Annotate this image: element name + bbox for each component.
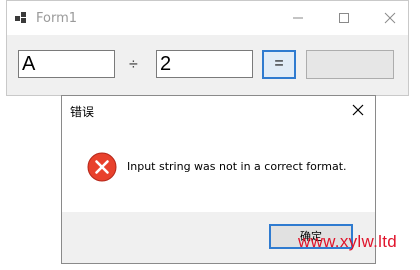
error-icon	[87, 152, 117, 182]
main-window: Form1 A ÷ 2 =	[6, 0, 409, 96]
equals-button[interactable]: =	[262, 50, 296, 79]
minimize-icon	[293, 17, 303, 19]
operand-a-input[interactable]: A	[18, 50, 115, 78]
close-icon	[384, 12, 396, 24]
divide-operator: ÷	[129, 56, 138, 73]
operand-b-input[interactable]: 2	[156, 50, 253, 78]
dialog-close-button[interactable]	[341, 96, 375, 126]
maximize-icon	[339, 13, 349, 23]
error-message: Input string was not in a correct format…	[127, 160, 347, 173]
window-title: Form1	[36, 11, 78, 26]
title-bar[interactable]: Form1	[7, 1, 408, 35]
result-field[interactable]	[306, 50, 394, 79]
maximize-button[interactable]	[321, 1, 367, 35]
dialog-title: 错误	[70, 105, 95, 119]
app-icon	[15, 12, 26, 23]
close-button[interactable]	[367, 1, 413, 35]
close-icon	[352, 104, 364, 116]
minimize-button[interactable]	[275, 1, 321, 35]
watermark: www.xylw.ltd	[298, 232, 398, 251]
